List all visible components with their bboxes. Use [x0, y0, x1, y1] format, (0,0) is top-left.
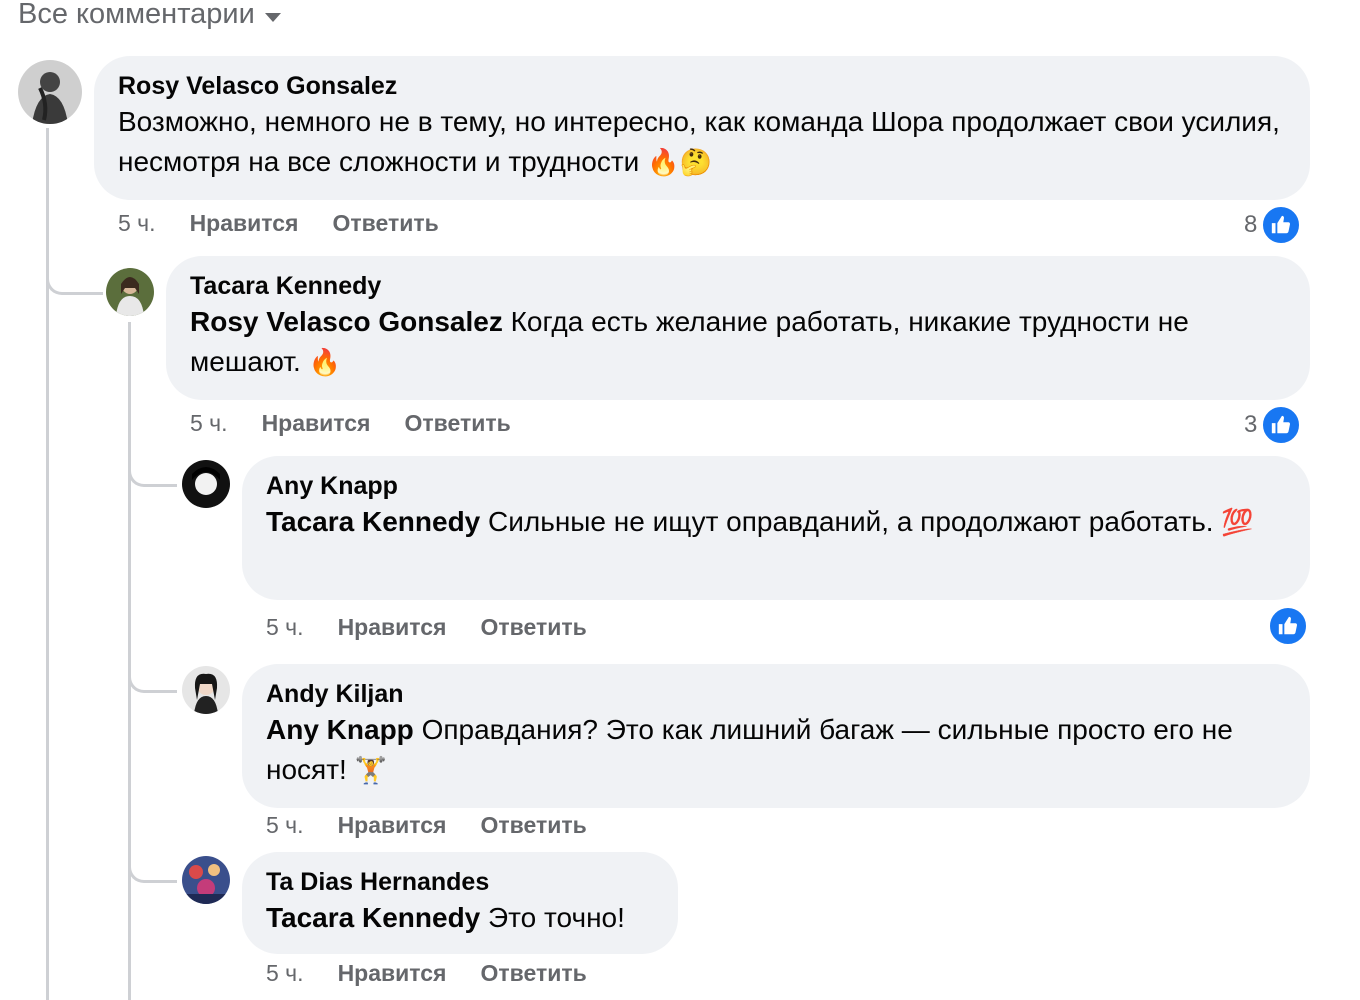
like-button[interactable]: Нравится	[338, 812, 447, 839]
comment-author[interactable]: Ta Dias Hernandes	[266, 866, 654, 898]
avatar[interactable]	[182, 666, 230, 714]
comment-time[interactable]: 5 ч.	[266, 960, 304, 987]
mention-link[interactable]: Rosy Velasco Gonsalez	[190, 306, 503, 337]
reply-button[interactable]: Ответить	[404, 410, 510, 437]
reaction-count[interactable]: 8	[1244, 205, 1302, 245]
comment-actions: 5 ч. Нравится Ответить	[118, 210, 439, 237]
thumbs-up-icon	[1261, 205, 1302, 245]
reaction-count[interactable]: 3	[1244, 405, 1302, 445]
mention-link[interactable]: Tacara Kennedy	[266, 902, 480, 933]
comment-author[interactable]: Any Knapp	[266, 470, 1286, 502]
thread-connector	[128, 452, 177, 487]
comment-actions: 5 ч. Нравится Ответить	[190, 410, 511, 437]
reaction-number: 3	[1244, 411, 1258, 438]
like-button[interactable]: Нравится	[262, 410, 371, 437]
comment-text: Any Knapp Оправдания? Это как лишний баг…	[266, 710, 1286, 790]
mention-link[interactable]: Tacara Kennedy	[266, 506, 480, 537]
thread-connector	[46, 256, 103, 295]
reply-button[interactable]: Ответить	[480, 614, 586, 641]
comment-bubble: Any Knapp Tacara Kennedy Сильные не ищут…	[242, 456, 1310, 600]
comment-bubble: Rosy Velasco Gonsalez Возможно, немного …	[94, 56, 1310, 200]
comment-author[interactable]: Andy Kiljan	[266, 678, 1286, 710]
comment-time[interactable]: 5 ч.	[190, 410, 228, 437]
avatar[interactable]	[182, 856, 230, 904]
comment-actions: 5 ч. Нравится Ответить	[266, 812, 587, 839]
reply-button[interactable]: Ответить	[480, 960, 586, 987]
thumbs-up-icon	[1268, 606, 1308, 646]
avatar[interactable]	[18, 60, 82, 124]
comment-body: Сильные не ищут оправданий, а продолжают…	[488, 506, 1214, 537]
like-button[interactable]: Нравится	[338, 960, 447, 987]
comment-emoji: 🔥🤔	[647, 147, 712, 177]
comment-time[interactable]: 5 ч.	[266, 614, 304, 641]
avatar[interactable]	[182, 460, 230, 508]
thumbs-up-icon	[1261, 405, 1302, 445]
comment-text: Возможно, немного не в тему, но интересн…	[118, 102, 1286, 182]
thread-connector	[128, 658, 177, 693]
reaction-count[interactable]	[1268, 606, 1308, 646]
comment-body: Это точно!	[488, 902, 625, 933]
reply-button[interactable]: Ответить	[480, 812, 586, 839]
like-button[interactable]: Нравится	[338, 614, 447, 641]
comment-author[interactable]: Rosy Velasco Gonsalez	[118, 70, 1286, 102]
filter-label: Все комментарии	[18, 0, 255, 30]
avatar[interactable]	[106, 268, 154, 316]
comments-filter-dropdown[interactable]: Все комментарии	[18, 0, 281, 32]
reaction-number: 8	[1244, 211, 1258, 238]
thread-connector	[128, 848, 177, 883]
comment-emoji: 💯	[1221, 507, 1254, 537]
comment-text: Tacara Kennedy Это точно!	[266, 898, 654, 938]
comment-bubble: Ta Dias Hernandes Tacara Kennedy Это точ…	[242, 852, 678, 954]
comment-actions: 5 ч. Нравится Ответить	[266, 614, 587, 641]
reply-button[interactable]: Ответить	[332, 210, 438, 237]
comment-actions: 5 ч. Нравится Ответить	[266, 960, 587, 987]
comment-time[interactable]: 5 ч.	[118, 210, 156, 237]
like-button[interactable]: Нравится	[190, 210, 299, 237]
mention-link[interactable]: Any Knapp	[266, 714, 414, 745]
comment-author[interactable]: Tacara Kennedy	[190, 270, 1286, 302]
comment-emoji: 🏋️	[354, 755, 387, 785]
comment-bubble: Tacara Kennedy Rosy Velasco Gonsalez Ког…	[166, 256, 1310, 400]
comment-text: Rosy Velasco Gonsalez Когда есть желание…	[190, 302, 1286, 382]
caret-down-icon	[264, 12, 281, 22]
comment-text: Tacara Kennedy Сильные не ищут оправдани…	[266, 502, 1286, 542]
comment-time[interactable]: 5 ч.	[266, 812, 304, 839]
comment-bubble: Andy Kiljan Any Knapp Оправдания? Это ка…	[242, 664, 1310, 808]
comment-emoji: 🔥	[308, 347, 341, 377]
